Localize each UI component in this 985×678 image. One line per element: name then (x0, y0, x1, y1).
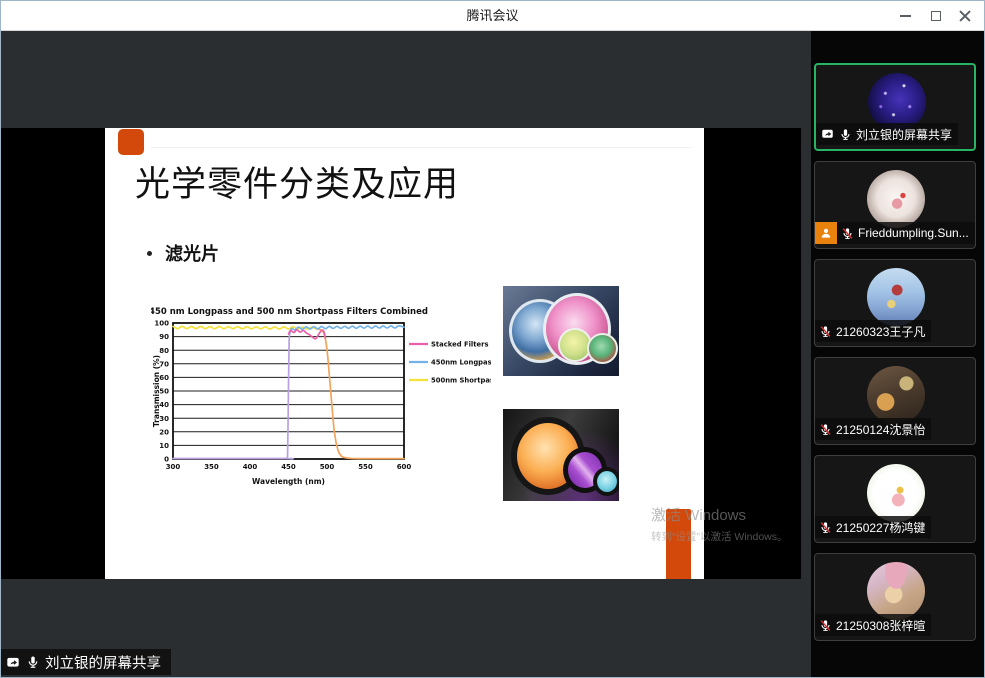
close-button[interactable] (950, 1, 980, 30)
watermark-line2: 转到“设置”以激活 Windows。 (651, 529, 788, 544)
mic-muted-icon (819, 325, 832, 338)
avatar (867, 170, 925, 228)
minimize-button[interactable] (890, 1, 920, 30)
transmission-chart: 0102030405060708090100300350400450500550… (151, 303, 491, 499)
participant-name-row: 21250124沈景怡 (815, 418, 931, 440)
svg-text:550: 550 (358, 463, 373, 471)
screen-share-icon (5, 656, 21, 669)
svg-text:20: 20 (159, 428, 169, 436)
slide-divider (151, 147, 691, 148)
svg-text:500nm Shortpass: 500nm Shortpass (431, 377, 491, 385)
participant-name-row: 21260323王子凡 (815, 320, 931, 342)
svg-text:450: 450 (281, 463, 296, 471)
svg-text:Stacked Filters: Stacked Filters (431, 341, 489, 349)
minimize-icon (900, 15, 911, 17)
participant-name: 21250124沈景怡 (836, 421, 925, 438)
participant-name: Frieddumpling.Sun... (858, 226, 969, 240)
participant-tile-0[interactable]: 刘立银的屏幕共享 (814, 63, 976, 151)
participant-tile-2[interactable]: 21260323王子凡 (814, 259, 976, 347)
participant-name: 21250308张梓暄 (836, 617, 925, 634)
lens-cyan (593, 467, 619, 496)
slide-bullet-row: 滤光片 (147, 240, 219, 266)
svg-text:350: 350 (204, 463, 219, 471)
presentation-slide: 光学零件分类及应用 滤光片 01020304050607080901003003… (105, 128, 704, 579)
shared-screen-area: 光学零件分类及应用 滤光片 01020304050607080901003003… (1, 31, 811, 678)
optical-filters-photo-1 (503, 286, 619, 376)
mic-icon (26, 655, 40, 669)
windows-activation-watermark: 激活 Windows 转到“设置”以激活 Windows。 (651, 504, 788, 544)
svg-text:90: 90 (159, 333, 169, 341)
participant-tile-5[interactable]: 21250308张梓暄 (814, 553, 976, 641)
slide-accent-square (118, 129, 144, 155)
mic-icon (839, 128, 852, 141)
maximize-button[interactable] (921, 1, 951, 30)
svg-text:450 nm Longpass and 500 nm Sho: 450 nm Longpass and 500 nm Shortpass Fil… (151, 307, 428, 317)
svg-text:400: 400 (243, 463, 258, 471)
participant-name-row: 21250308张梓暄 (815, 614, 931, 636)
close-icon (959, 10, 971, 22)
participant-name-row: 21250227杨鸿键 (815, 516, 931, 538)
svg-text:Wavelength (nm): Wavelength (nm) (252, 477, 325, 486)
participant-tile-3[interactable]: 21250124沈景怡 (814, 357, 976, 445)
maximize-icon (931, 11, 941, 21)
avatar (867, 464, 925, 522)
avatar (867, 268, 925, 326)
participant-name-row: 刘立银的屏幕共享 (816, 123, 958, 145)
svg-text:450nm Longpass: 450nm Longpass (431, 359, 491, 367)
svg-text:300: 300 (166, 463, 181, 471)
lens-green (587, 333, 618, 364)
participant-name-row: Frieddumpling.Sun... (837, 222, 975, 244)
svg-text:500: 500 (320, 463, 335, 471)
avatar (867, 562, 925, 620)
mic-muted-icon (819, 423, 832, 436)
mic-muted-icon (841, 227, 854, 240)
participant-sidebar: 刘立银的屏幕共享 Frieddumpling.Sun... 21260323王子… (811, 31, 985, 678)
person-icon (819, 226, 833, 240)
mic-muted-icon (819, 521, 832, 534)
svg-text:10: 10 (159, 442, 169, 450)
screen-share-icon (820, 128, 835, 140)
participant-name: 21250227杨鸿键 (836, 519, 925, 536)
participant-name: 21260323王子凡 (836, 323, 925, 340)
window-title: 腾讯会议 (1, 1, 984, 31)
svg-text:100: 100 (154, 320, 169, 328)
app-window: 腾讯会议 光学零件分类及应用 滤光片 010203040506070809010… (0, 0, 985, 678)
mic-muted-icon (819, 619, 832, 632)
screen-share-status-text: 刘立银的屏幕共享 (45, 652, 161, 673)
svg-text:80: 80 (159, 347, 169, 355)
watermark-line1: 激活 Windows (651, 504, 788, 525)
participant-tile-4[interactable]: 21250227杨鸿键 (814, 455, 976, 543)
avatar (867, 366, 925, 424)
svg-text:Transmission (%): Transmission (%) (152, 355, 161, 427)
participant-tile-1[interactable]: Frieddumpling.Sun... (814, 161, 976, 249)
host-badge (815, 222, 837, 244)
participant-name: 刘立银的屏幕共享 (856, 126, 952, 143)
screen-share-status-pill: 刘立银的屏幕共享 (1, 649, 171, 675)
slide-bullet-text: 滤光片 (165, 240, 219, 266)
optical-filters-photo-2 (503, 409, 619, 501)
bullet-dot (147, 251, 152, 256)
titlebar: 腾讯会议 (1, 1, 984, 31)
svg-text:600: 600 (397, 463, 412, 471)
slide-title: 光学零件分类及应用 (135, 156, 459, 207)
